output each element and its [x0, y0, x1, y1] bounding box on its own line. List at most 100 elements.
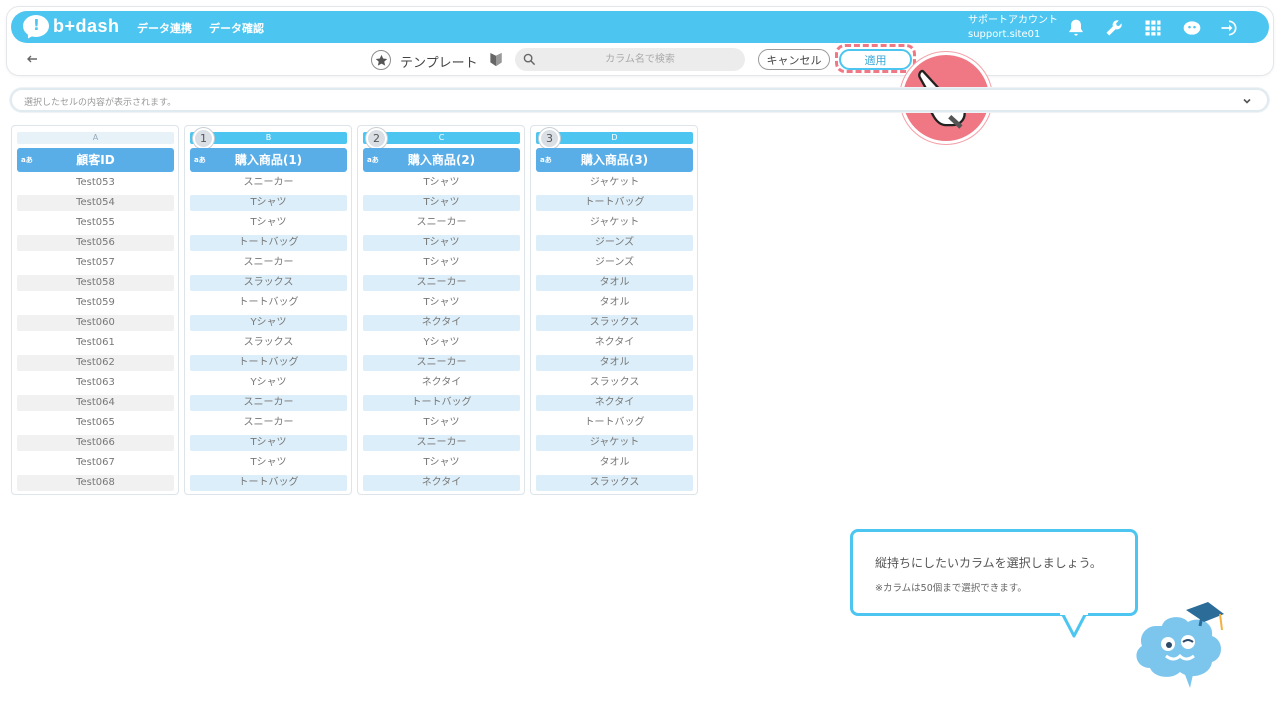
table-cell[interactable]: Test054: [17, 195, 174, 211]
back-arrow-icon[interactable]: [24, 51, 40, 67]
table-cell[interactable]: Tシャツ: [363, 195, 520, 211]
table-cell[interactable]: Tシャツ: [363, 235, 520, 251]
table-cell[interactable]: スニーカー: [190, 415, 347, 431]
table-cell[interactable]: ネクタイ: [363, 475, 520, 491]
table-cell[interactable]: Tシャツ: [363, 295, 520, 311]
account-info[interactable]: サポートアカウント support.site01: [968, 14, 1058, 42]
column-header[interactable]: aあ 顧客ID: [17, 148, 174, 172]
apply-button[interactable]: 適用: [839, 49, 912, 70]
table-cell[interactable]: ジャケット: [536, 215, 693, 231]
column-cells: ジャケット トートバッグ ジャケット ジーンズ ジーンズ タオル タオル スラッ…: [536, 175, 693, 495]
table-cell[interactable]: ネクタイ: [536, 335, 693, 351]
table-cell[interactable]: スニーカー: [363, 355, 520, 371]
table-cell[interactable]: スニーカー: [190, 175, 347, 191]
table-cell[interactable]: Test062: [17, 355, 174, 371]
table-cell[interactable]: Test056: [17, 235, 174, 251]
table-cell[interactable]: Test058: [17, 275, 174, 291]
table-cell[interactable]: Tシャツ: [190, 435, 347, 451]
table-cell[interactable]: Test063: [17, 375, 174, 391]
table-cell[interactable]: Yシャツ: [190, 315, 347, 331]
column-header[interactable]: aあ 購入商品(3): [536, 148, 693, 172]
table-cell[interactable]: Test060: [17, 315, 174, 331]
bell-icon[interactable]: [1066, 18, 1086, 38]
column-cells: Tシャツ Tシャツ スニーカー Tシャツ Tシャツ スニーカー Tシャツ ネクタ…: [363, 175, 520, 495]
column-header-label: 購入商品(2): [407, 153, 476, 167]
table-cell[interactable]: Tシャツ: [363, 255, 520, 271]
nav-link-data-integration[interactable]: データ連携: [137, 20, 192, 36]
table-cell[interactable]: スラックス: [536, 475, 693, 491]
table-cell[interactable]: Tシャツ: [190, 215, 347, 231]
table-cell[interactable]: Tシャツ: [363, 415, 520, 431]
table-cell[interactable]: スニーカー: [363, 275, 520, 291]
column-b[interactable]: B 1 aあ 購入商品(1) スニーカー Tシャツ Tシャツ トートバッグ スニ…: [184, 125, 352, 495]
table-cell[interactable]: スラックス: [536, 315, 693, 331]
column-c[interactable]: C 2 aあ 購入商品(2) Tシャツ Tシャツ スニーカー Tシャツ Tシャツ…: [357, 125, 525, 495]
chevron-down-icon[interactable]: [1241, 95, 1253, 107]
table-cell[interactable]: Test067: [17, 455, 174, 471]
table-cell[interactable]: Tシャツ: [363, 455, 520, 471]
table-cell[interactable]: ジーンズ: [536, 255, 693, 271]
table-cell[interactable]: スラックス: [190, 335, 347, 351]
table-cell[interactable]: スニーカー: [363, 435, 520, 451]
table-cell[interactable]: トートバッグ: [190, 475, 347, 491]
brand-logo[interactable]: b+dash: [23, 15, 120, 41]
table-cell[interactable]: Tシャツ: [190, 195, 347, 211]
table-cell[interactable]: ジャケット: [536, 435, 693, 451]
table-cell[interactable]: ネクタイ: [363, 315, 520, 331]
table-cell[interactable]: ジーンズ: [536, 235, 693, 251]
table-cell[interactable]: Test061: [17, 335, 174, 351]
logo-bubble-icon: [23, 15, 49, 41]
table-cell[interactable]: タオル: [536, 275, 693, 291]
nav-link-data-check[interactable]: データ確認: [209, 20, 264, 36]
column-header[interactable]: aあ 購入商品(1): [190, 148, 347, 172]
table-cell[interactable]: Yシャツ: [363, 335, 520, 351]
apps-grid-icon[interactable]: [1143, 18, 1163, 38]
table-cell[interactable]: Yシャツ: [190, 375, 347, 391]
mascot-character: [1136, 602, 1224, 688]
table-cell[interactable]: スニーカー: [363, 215, 520, 231]
table-cell[interactable]: トートバッグ: [536, 415, 693, 431]
table-cell[interactable]: トートバッグ: [536, 195, 693, 211]
table-cell[interactable]: ネクタイ: [363, 375, 520, 391]
column-search-box[interactable]: [515, 48, 745, 71]
table-cell[interactable]: タオル: [536, 295, 693, 311]
column-d[interactable]: D 3 aあ 購入商品(3) ジャケット トートバッグ ジャケット ジーンズ ジ…: [530, 125, 698, 495]
table-cell[interactable]: スニーカー: [190, 255, 347, 271]
cancel-button[interactable]: キャンセル: [758, 49, 830, 70]
table-cell[interactable]: Test053: [17, 175, 174, 191]
wrench-icon[interactable]: [1104, 18, 1124, 38]
table-cell[interactable]: Test064: [17, 395, 174, 411]
table-cell[interactable]: スラックス: [536, 375, 693, 391]
logout-icon[interactable]: [1219, 18, 1239, 38]
table-cell[interactable]: スラックス: [190, 275, 347, 291]
column-a[interactable]: A aあ 顧客ID Test053 Test054 Test055 Test05…: [11, 125, 179, 495]
table-cell[interactable]: トートバッグ: [190, 355, 347, 371]
table-cell[interactable]: Test065: [17, 415, 174, 431]
table-cell[interactable]: Test057: [17, 255, 174, 271]
table-cell[interactable]: Test055: [17, 215, 174, 231]
navbar: b+dash データ連携 データ確認 サポートアカウント support.sit…: [11, 11, 1269, 43]
support-mascot-icon[interactable]: [1180, 18, 1204, 38]
column-header-label: 購入商品(3): [580, 153, 649, 167]
table-cell[interactable]: Test066: [17, 435, 174, 451]
cell-content-bar[interactable]: 選択したセルの内容が表示されます。: [10, 88, 1269, 112]
table-cell[interactable]: Test059: [17, 295, 174, 311]
table-cell[interactable]: Tシャツ: [190, 455, 347, 471]
table-cell[interactable]: スニーカー: [190, 395, 347, 411]
table-cell[interactable]: タオル: [536, 455, 693, 471]
table-cell[interactable]: タオル: [536, 355, 693, 371]
table-cell[interactable]: トートバッグ: [363, 395, 520, 411]
table-cell[interactable]: Test068: [17, 475, 174, 491]
selection-order-badge: 3: [539, 128, 560, 149]
table-cell[interactable]: ネクタイ: [536, 395, 693, 411]
column-header[interactable]: aあ 購入商品(2): [363, 148, 520, 172]
column-letter: A: [17, 132, 174, 144]
table-cell[interactable]: ジャケット: [536, 175, 693, 191]
table-cell[interactable]: トートバッグ: [190, 235, 347, 251]
table-cell[interactable]: Tシャツ: [363, 175, 520, 191]
star-icon: [375, 54, 387, 66]
beginner-mark-icon[interactable]: [489, 52, 503, 67]
table-cell[interactable]: トートバッグ: [190, 295, 347, 311]
column-search-input[interactable]: [545, 48, 735, 71]
favorite-star-button[interactable]: [371, 50, 391, 70]
